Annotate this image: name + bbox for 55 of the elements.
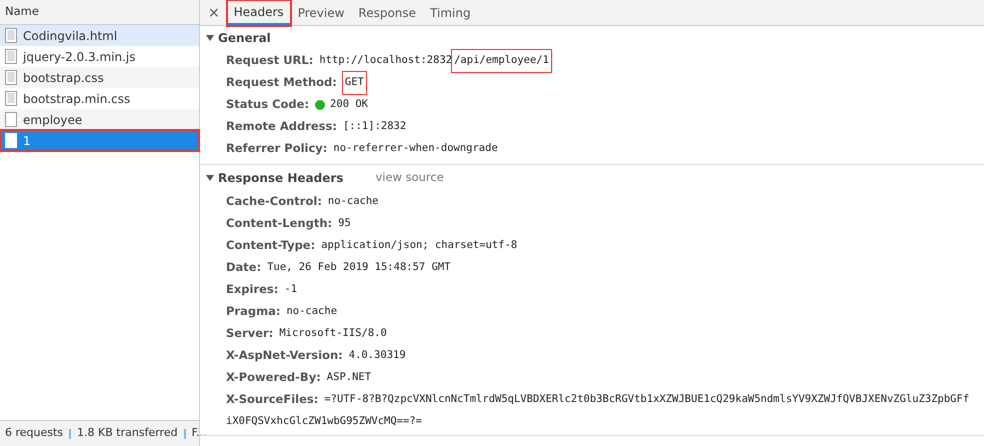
- header-value: no-cache: [328, 194, 378, 210]
- header-value: =?UTF-8?B?QzpcVXNlcnNcTmlrdW5qLVBDXERlc2t0b3BcRGVtb1xXZWJBUE1cQ29kaW5ndmlsYV9XZWJfQVBJXENvZGluZ3ZpbGFf: [324, 392, 970, 408]
- header-value: iX0FQSVxhcGlcZW1wbG95ZWVcMQ==?=: [226, 414, 422, 430]
- header-value: application/json; charset=utf-8: [321, 238, 518, 254]
- close-button[interactable]: ×: [206, 1, 222, 25]
- tab[interactable]: Headers: [228, 1, 290, 25]
- document-icon: [5, 70, 17, 85]
- document-icon: [5, 49, 17, 64]
- document-icon: [5, 28, 17, 43]
- status-text: 1.8 KB transferred: [77, 425, 178, 442]
- request-row[interactable]: bootstrap.css: [0, 67, 199, 88]
- header-value: ASP.NET: [326, 370, 372, 386]
- header-value: Tue, 26 Feb 2019 15:48:57 GMT: [267, 260, 451, 276]
- caret-icon[interactable]: [206, 174, 214, 182]
- header-value: -1: [284, 282, 298, 298]
- header-value: Microsoft-IIS/8.0: [279, 326, 387, 342]
- header-value: no-cache: [286, 304, 338, 320]
- header-name: Referrer Policy:: [226, 140, 328, 158]
- header-value: GET: [342, 72, 366, 94]
- status-text: 6 requests: [5, 425, 64, 442]
- request-row[interactable]: employee: [0, 109, 199, 130]
- caret-icon[interactable]: [206, 34, 214, 42]
- section-title[interactable]: Response Headers: [218, 169, 344, 187]
- header-value: 4.0.30319: [348, 348, 406, 364]
- request-row[interactable]: 1: [0, 130, 199, 151]
- document-icon: [5, 91, 17, 106]
- header-name: Request URL:: [226, 52, 314, 70]
- header-value: 200 OK: [330, 97, 368, 112]
- header-name: X-AspNet-Version:: [226, 347, 343, 364]
- header-name: Content-Length:: [226, 215, 332, 232]
- tab[interactable]: Timing: [424, 1, 477, 25]
- header-name: Remote Address:: [226, 118, 337, 136]
- file-icon: [5, 133, 17, 148]
- header-value: no-referrer-when-downgrade: [333, 141, 498, 156]
- tab[interactable]: Preview: [292, 1, 350, 25]
- header-value: [::1]:2832: [342, 119, 406, 134]
- header-value: /api/employee/1: [452, 50, 551, 72]
- header-name: Cache-Control:: [226, 193, 322, 210]
- header-name: Expires:: [226, 281, 278, 298]
- header-name: Date:: [226, 259, 262, 276]
- tab[interactable]: Response: [352, 1, 422, 25]
- header-name: Request Method:: [226, 74, 337, 92]
- section-title[interactable]: General: [218, 29, 271, 47]
- header-name: Pragma:: [226, 303, 280, 320]
- header-name: X-SourceFiles:: [226, 391, 318, 408]
- view-source-link[interactable]: view source: [375, 169, 444, 187]
- header-name: Server:: [226, 325, 274, 342]
- header-name: X-Powered-By:: [226, 369, 321, 386]
- header-name: Content-Type:: [226, 237, 316, 254]
- header-value: 95: [338, 216, 351, 232]
- header-value: http://localhost:2832: [319, 53, 452, 68]
- request-row[interactable]: Codingvila.html: [0, 25, 199, 46]
- file-icon: [5, 112, 17, 127]
- column-header[interactable]: Name: [0, 0, 199, 25]
- header-name: Status Code:: [226, 96, 310, 114]
